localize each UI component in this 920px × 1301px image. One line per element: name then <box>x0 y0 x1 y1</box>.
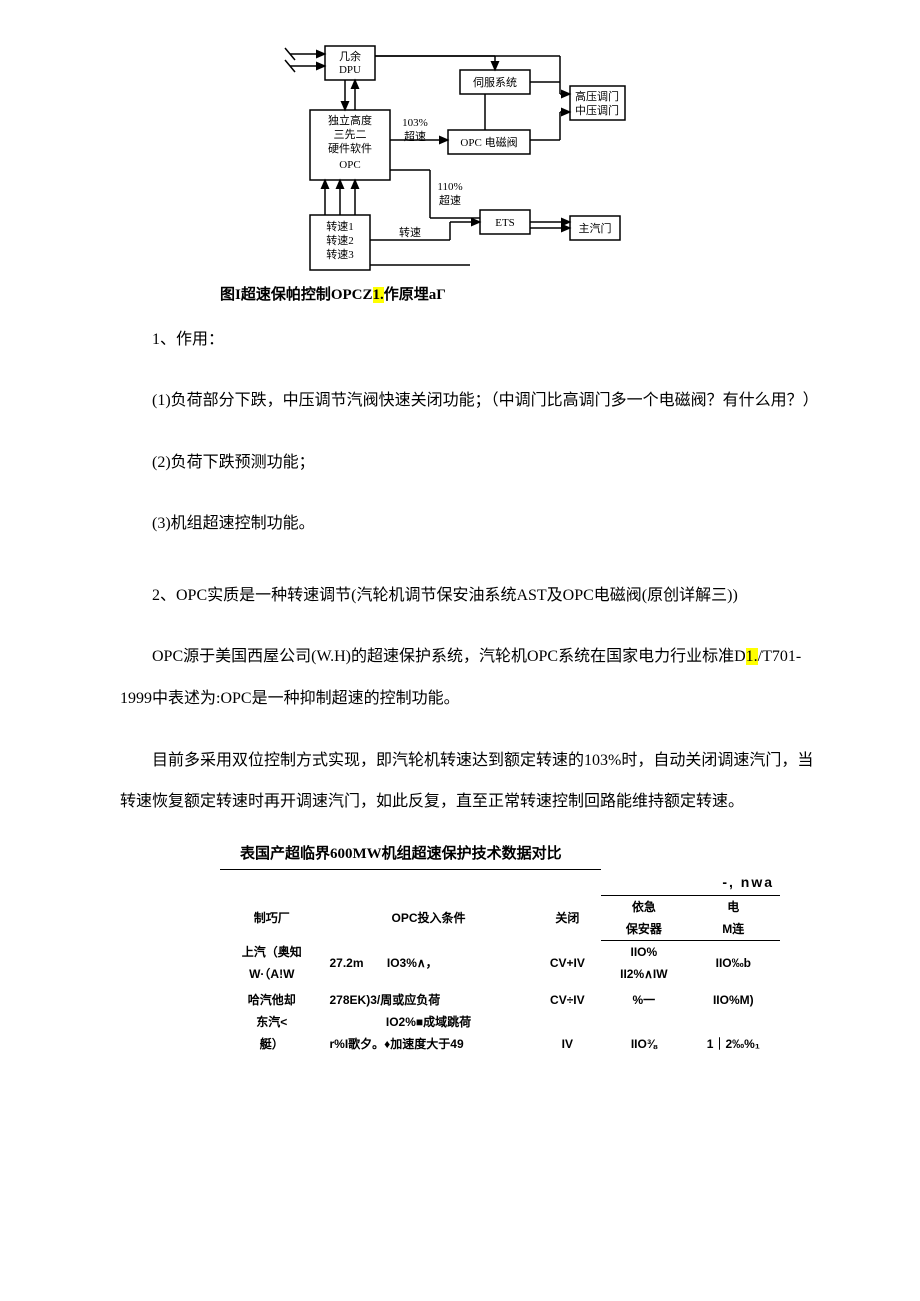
r1-cond-a: 27.2m <box>330 956 364 970</box>
th-opc-condition: OPC投入条件 <box>324 895 534 940</box>
r1-close: CV+IV <box>534 940 602 985</box>
svg-text:超速: 超速 <box>404 129 426 143</box>
svg-text:转速1: 转速1 <box>326 219 354 233</box>
th-emergency-b: 保安器 <box>601 918 686 941</box>
r3-mfr-a: 东汽< <box>220 1011 324 1033</box>
svg-text:ETS: ETS <box>495 217 515 229</box>
svg-text:超速: 超速 <box>439 193 461 207</box>
paragraph-6: OPC源于美国西屋公司(W.H)的超速保护系统，汽轮机OPC系统在国家电力行业标… <box>120 636 820 719</box>
r2-elec: IIO%M) <box>687 985 780 1011</box>
svg-text:110%: 110% <box>437 181 462 193</box>
svg-text:主汽门: 主汽门 <box>579 221 612 235</box>
paragraph-5: 2、OPC实质是一种转速调节(汽轮机调节保安油系统AST及OPC电磁阀(原创详解… <box>120 575 820 617</box>
r1-emg-a: IIO% <box>601 940 686 963</box>
paragraph-1: 1、作用： <box>120 319 820 361</box>
comparison-table: -, nwa 制巧厂 OPC投入条件 关闭 依急 电 保安器 M连 上汽（奥知 … <box>220 869 780 1055</box>
svg-text:OPC: OPC <box>339 159 360 171</box>
svg-text:中压调门: 中压调门 <box>575 103 619 117</box>
caption-part-a: 图I超速保帕控制OPCZ <box>220 287 373 303</box>
r1-mfr-a: 上汽（奥知 <box>220 940 324 963</box>
r3-elec: 1｜2‰%₁ <box>687 1033 780 1055</box>
caption-highlight: 1. <box>373 287 384 303</box>
svg-text:转速3: 转速3 <box>326 247 354 261</box>
paragraph-2: (1)负荷部分下跌，中压调节汽阀快速关闭功能；（中调门比高调门多一个电磁阀？有什… <box>120 380 820 422</box>
svg-text:高压调门: 高压调门 <box>575 89 619 103</box>
r2-mfr: 哈汽他却 <box>220 985 324 1011</box>
svg-text:伺服系统: 伺服系统 <box>473 76 517 89</box>
r3-cond-b: r%I歌夕。♦加速度大于49 <box>324 1033 534 1055</box>
svg-text:三先二: 三先二 <box>334 128 367 141</box>
r2-close: CV÷IV <box>534 985 602 1011</box>
diagram-svg: 几余DPU <box>270 40 630 280</box>
node-dpu-l1: 几余DPU <box>339 49 361 76</box>
r1-cond-b: IO3%∧， <box>387 956 438 970</box>
r3-mfr-b: 艇） <box>220 1033 324 1055</box>
r3-emg: IIO⅜ <box>601 1033 686 1055</box>
p6-part-a: OPC源于美国西屋公司(W.H)的超速保护系统，汽轮机OPC系统在国家电力行业标… <box>152 648 746 665</box>
svg-text:转速: 转速 <box>399 225 421 239</box>
r2-cond: 278EK)3/周或应负荷 <box>324 985 534 1011</box>
block-diagram: 几余DPU <box>270 40 820 280</box>
paragraph-7: 目前多采用双位控制方式实现，即汽轮机转速达到额定转速的103%时，自动关闭调速汽… <box>120 740 820 823</box>
th-emergency-a: 依急 <box>601 895 686 918</box>
table-header-nwa: -, nwa <box>601 870 780 896</box>
r1-mfr-b: W·（A!W <box>220 963 324 985</box>
r3-close: IV <box>534 1033 602 1055</box>
figure-caption: 图I超速保帕控制OPCZ1.作原埋aΓ <box>220 284 820 307</box>
svg-text:独立高度: 独立高度 <box>328 113 372 127</box>
svg-text:103%: 103% <box>402 117 428 129</box>
table-title: 表国产超临界600MW机组超速保护技术数据对比 <box>240 843 820 866</box>
svg-text:转速2: 转速2 <box>326 233 354 247</box>
paragraph-4: (3)机组超速控制功能。 <box>120 503 820 545</box>
th-close: 关闭 <box>534 895 602 940</box>
r1-emg-b: II2%∧IW <box>601 963 686 985</box>
r2-emg: %一 <box>601 985 686 1011</box>
paragraph-3: (2)负荷下跌预测功能； <box>120 442 820 484</box>
caption-part-b: 作原埋aΓ <box>384 287 446 303</box>
th-manufacturer: 制巧厂 <box>220 895 324 940</box>
p6-highlight: 1. <box>746 648 758 665</box>
svg-text:硬件软件: 硬件软件 <box>328 141 372 155</box>
th-elec-b: M连 <box>687 918 780 941</box>
r1-elec: IIO‰b <box>687 940 780 985</box>
svg-text:OPC 电磁阀: OPC 电磁阀 <box>460 135 517 149</box>
r3-cond-a: IO2%■成域跳荷 <box>324 1011 534 1033</box>
th-elec-a: 电 <box>687 895 780 918</box>
